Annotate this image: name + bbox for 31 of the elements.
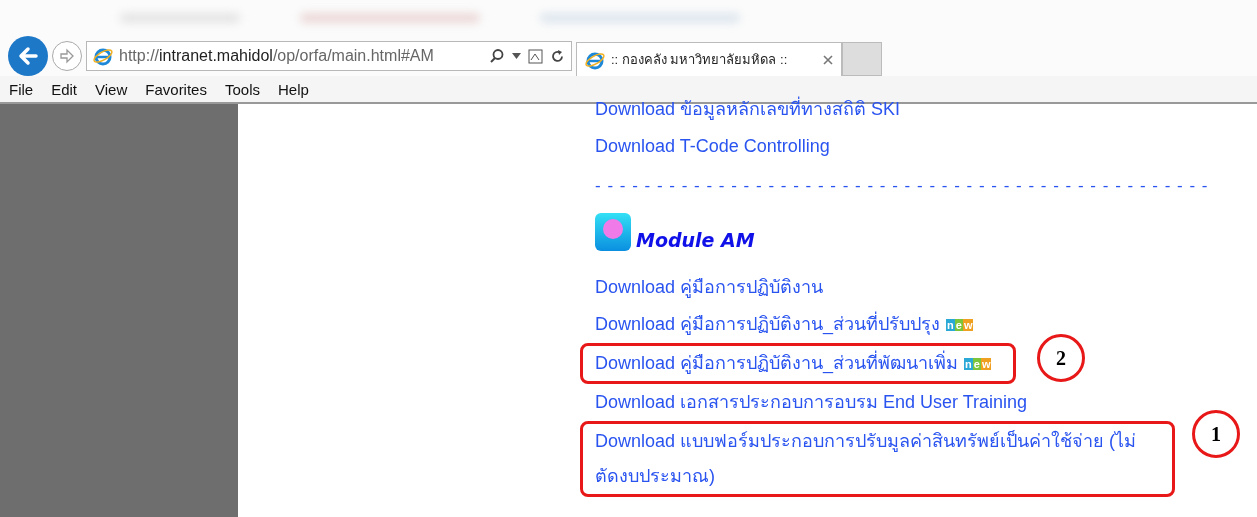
- menu-item[interactable]: Tools: [224, 80, 260, 98]
- module-heading: Module AM: [636, 229, 755, 251]
- download-link[interactable]: Download เอกสารประกอบการอบรม End User Training: [595, 384, 1028, 421]
- address-bar[interactable]: http://intranet.mahidol/op/orfa/main.html#AM: [86, 41, 572, 71]
- download-link[interactable]: Download คู่มือการปฏิบัติงาน_ส่วนที่ปรับปรุง: [595, 306, 941, 343]
- callout-number: 2: [1037, 334, 1085, 382]
- dropdown-caret-icon[interactable]: [512, 53, 521, 59]
- refresh-icon[interactable]: [550, 48, 565, 64]
- back-button[interactable]: [8, 36, 48, 76]
- browser-tab[interactable]: :: กองคลัง มหาวิทยาลัยมหิดล ::: [576, 42, 842, 76]
- callout-number: 1: [1192, 410, 1240, 458]
- menu-item[interactable]: File: [9, 80, 34, 98]
- new-badge: new: [964, 357, 992, 370]
- search-icon[interactable]: [489, 48, 505, 64]
- menu-item[interactable]: View: [95, 80, 128, 98]
- address-url: http://intranet.mahidol/op/orfa/main.html#AM: [119, 47, 435, 65]
- menu-item[interactable]: Favorites: [145, 80, 207, 98]
- forward-arrow-icon: [58, 47, 76, 65]
- compatibility-view-icon[interactable]: [528, 48, 543, 64]
- menu-item[interactable]: Help: [278, 80, 309, 98]
- ie-logo-icon: [93, 46, 113, 66]
- tab-title: :: กองคลัง มหาวิทยาลัยมหิดล ::: [611, 51, 789, 69]
- menu-item[interactable]: Edit: [51, 80, 78, 98]
- download-link[interactable]: Download คู่มือการปฏิบัติงาน_ส่วนที่พัฒนาเพิ่ม: [595, 346, 959, 381]
- download-link[interactable]: Download คู่มือการปฏิบัติงาน: [595, 269, 824, 306]
- module-icon: [595, 213, 631, 251]
- download-link[interactable]: Download ข้อมูลหลักเลขที่ทางสถิติ SKI: [595, 91, 901, 128]
- download-link[interactable]: Download T-Code Controlling: [595, 128, 830, 165]
- close-icon[interactable]: [823, 54, 833, 65]
- new-badge: new: [946, 318, 974, 331]
- dashed-divider-text: - - - - - - - - - - - - - - - - - - - - - - - - - - - - - - - - - - - - - - - - - - - - - - - - - -: [595, 175, 1209, 197]
